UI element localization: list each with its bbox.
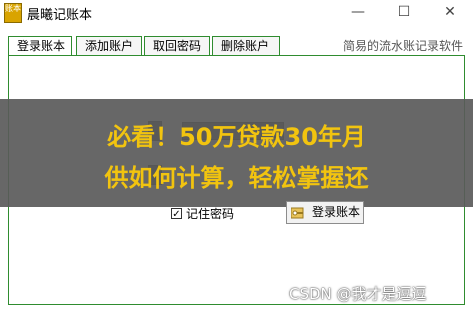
app-description: 简易的流水账记录软件	[343, 39, 464, 53]
minimize-button[interactable]: —	[335, 0, 381, 24]
window-title: 晨曦记账本	[27, 8, 93, 23]
app-icon-label: 账本	[5, 4, 21, 13]
tab-recover-password[interactable]: 取回密码	[144, 36, 210, 55]
login-button-label: 登录账本	[312, 205, 361, 219]
maximize-button[interactable]: ☐	[381, 0, 427, 24]
key-icon	[291, 207, 304, 219]
remember-label: 记住密码	[186, 207, 235, 221]
app-icon: 账本	[4, 3, 22, 23]
tab-login[interactable]: 登录账本	[8, 36, 72, 56]
remember-password[interactable]: ✓ 记住密码	[171, 205, 234, 222]
overlay-headline-2: 供如何计算，轻松掌握还	[104, 164, 369, 192]
login-button[interactable]: 登录账本	[286, 201, 364, 224]
tab-add-account[interactable]: 添加账户	[76, 36, 142, 55]
overlay-headline-1: 必看！50万贷款30年月	[107, 123, 366, 151]
title-bar[interactable]: 账本 晨曦记账本 — ☐ ✕	[0, 0, 473, 27]
watermark: CSDN @我才是逗逗	[289, 285, 427, 303]
app-window: 账本 晨曦记账本 — ☐ ✕ 登录账本 添加账户 取回密码 删除账户 简易的流水…	[0, 0, 473, 311]
close-button[interactable]: ✕	[427, 0, 473, 24]
remember-checkbox[interactable]: ✓	[171, 208, 182, 220]
tab-delete-account[interactable]: 删除账户	[212, 36, 280, 55]
